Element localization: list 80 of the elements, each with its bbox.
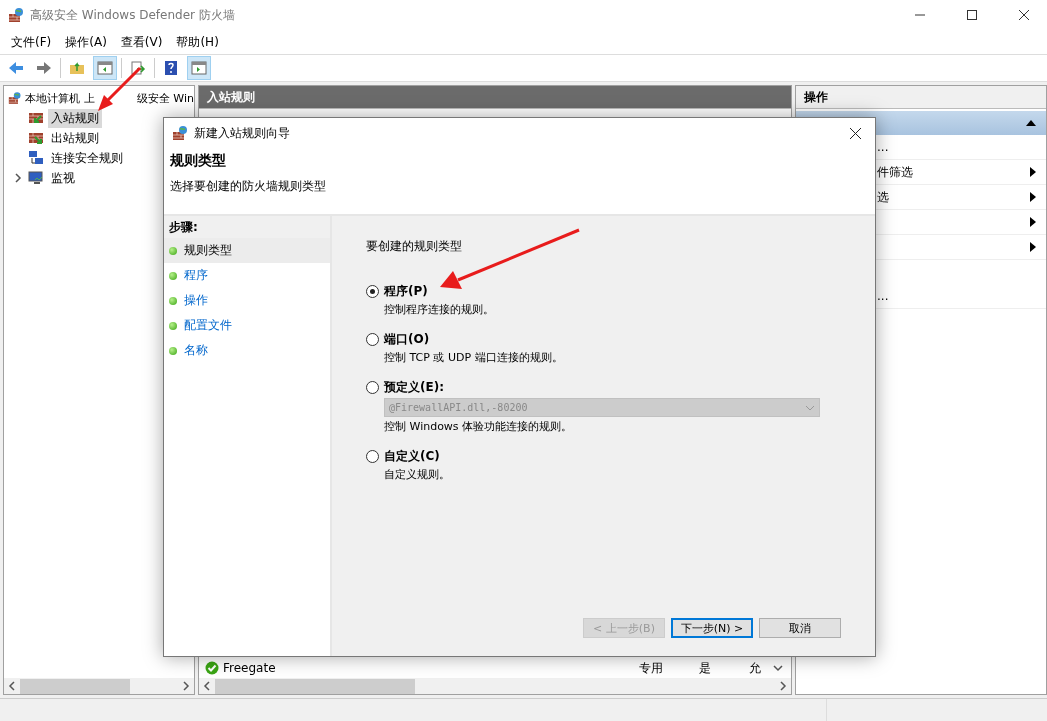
option-label[interactable]: 端口(O)	[384, 331, 430, 348]
step-link[interactable]: 操作	[164, 288, 330, 313]
tree-root[interactable]: 级安全 Win	[136, 90, 194, 106]
menu-item[interactable]: 帮助(H)	[169, 33, 226, 51]
horizontal-scrollbar[interactable]	[4, 678, 194, 694]
firewall-icon	[172, 125, 188, 141]
table-cell-text: 允	[749, 659, 762, 677]
option-label[interactable]: 预定义(E):	[384, 379, 444, 396]
table-cell: Freegate	[205, 661, 639, 675]
step-dot-icon	[169, 321, 177, 330]
document-export-icon	[130, 61, 146, 75]
tree-item[interactable]: 入站规则	[48, 108, 102, 128]
tree-item[interactable]: 出站规则	[48, 128, 102, 148]
monitor-icon	[28, 170, 44, 186]
maximize-icon	[967, 10, 977, 20]
radio-button[interactable]	[366, 333, 379, 346]
radio-button[interactable]	[366, 285, 379, 298]
chevron-left-icon[interactable]	[203, 681, 211, 691]
window-title: 高级安全 Windows Defender 防火墙	[30, 6, 236, 24]
scroll-down-icon[interactable]	[773, 664, 783, 672]
folder-up-icon	[69, 61, 85, 75]
firewall-icon	[8, 7, 24, 23]
show-action-pane-button[interactable]	[187, 56, 211, 80]
dialog-title: 新建入站规则向导	[194, 124, 291, 142]
help-icon	[164, 60, 178, 76]
forward-arrow-icon	[36, 61, 52, 75]
radio-button[interactable]	[366, 450, 379, 463]
menu-item[interactable]: 查看(V)	[113, 33, 170, 51]
wizard-button[interactable]: 取消	[759, 618, 841, 638]
expand-chevron-icon[interactable]	[14, 173, 22, 183]
tree-item[interactable]: 监视	[48, 168, 78, 188]
tree-root[interactable]: 本地计算机 上	[25, 90, 95, 106]
brick-wall-icon	[28, 110, 44, 126]
network-computers-icon	[28, 150, 44, 166]
option-description: 自定义规则。	[383, 467, 451, 482]
close-icon	[1019, 10, 1029, 20]
chevron-right-icon[interactable]	[182, 681, 190, 691]
check-circle-icon	[205, 661, 219, 675]
prompt-text: 要创建的规则类型	[366, 238, 463, 255]
table-cell-text: 是	[699, 659, 712, 677]
step-link[interactable]: 名称	[164, 338, 330, 363]
horizontal-scrollbar[interactable]	[199, 678, 791, 694]
window-pane-icon	[97, 61, 113, 75]
step-link[interactable]: 配置文件	[164, 313, 330, 338]
option-label[interactable]: 程序(P)	[384, 283, 428, 300]
brick-wall-icon	[28, 130, 44, 146]
option-description: 控制程序连接的规则。	[383, 302, 495, 317]
submenu-arrow-icon	[1030, 217, 1036, 227]
dropdown-caret-icon	[805, 404, 815, 411]
tree-item[interactable]: 连接安全规则	[48, 148, 126, 168]
step-dot-icon	[169, 271, 177, 280]
page-heading: 规则类型	[170, 152, 227, 170]
show-tree-button[interactable]	[93, 56, 117, 80]
step-dot-icon	[169, 246, 177, 255]
pane-title: 操作	[796, 86, 1046, 109]
step-link[interactable]: 程序	[164, 263, 330, 288]
page-subheading: 选择要创建的防火墙规则类型	[170, 178, 327, 195]
back-arrow-icon	[8, 61, 24, 75]
step-dot-icon	[169, 296, 177, 305]
steps-title: 步骤:	[164, 216, 330, 238]
window-pane-icon	[191, 61, 207, 75]
radio-button[interactable]	[366, 381, 379, 394]
menu-item[interactable]: 文件(F)	[4, 33, 59, 51]
pane-title: 入站规则	[199, 86, 791, 109]
firewall-icon	[8, 90, 22, 106]
chevron-right-icon[interactable]	[779, 681, 787, 691]
wizard-button[interactable]: 下一步(N) >	[671, 618, 753, 638]
menu-item[interactable]: 操作(A)	[58, 33, 114, 51]
submenu-arrow-icon	[1030, 242, 1036, 252]
submenu-arrow-icon	[1030, 167, 1036, 177]
step-dot-icon	[169, 346, 177, 355]
option-description: 控制 TCP 或 UDP 端口连接的规则。	[383, 350, 564, 365]
close-icon	[849, 127, 861, 139]
collapse-arrow-icon[interactable]	[1026, 120, 1036, 126]
option-label[interactable]: 自定义(C)	[384, 448, 440, 465]
chevron-left-icon[interactable]	[8, 681, 16, 691]
table-cell-text: 专用	[639, 659, 664, 677]
step-link[interactable]: 规则类型	[164, 238, 330, 263]
option-description: 控制 Windows 体验功能连接的规则。	[383, 419, 574, 434]
submenu-arrow-icon	[1030, 192, 1036, 202]
